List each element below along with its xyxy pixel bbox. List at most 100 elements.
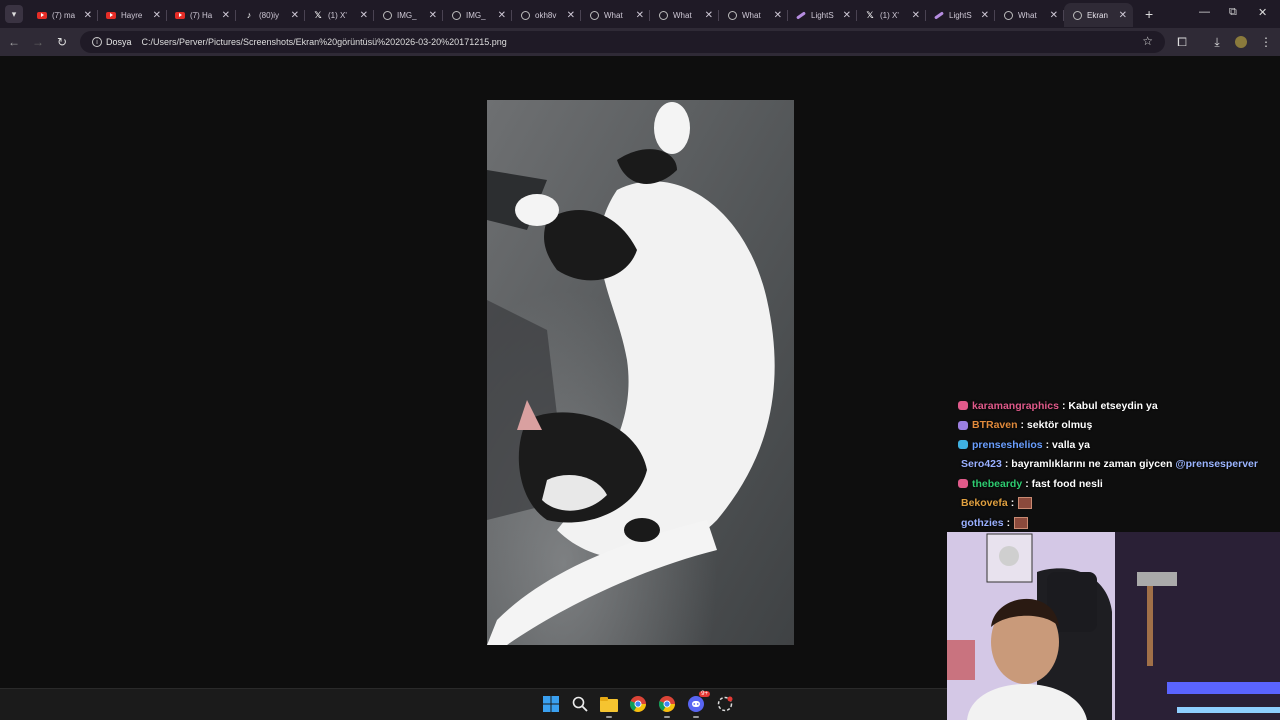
close-tab-icon[interactable]: ✕ bbox=[981, 10, 989, 21]
chat-username: Sero423 bbox=[961, 458, 1002, 471]
chat-message: gothzies: bbox=[958, 513, 1278, 533]
chrome-icon[interactable] bbox=[628, 693, 648, 715]
close-tab-icon[interactable]: ✕ bbox=[636, 10, 644, 21]
chat-text: : fast food nesli bbox=[1025, 477, 1103, 490]
discord-icon[interactable]: 9+ bbox=[686, 691, 710, 718]
close-tab-icon[interactable]: ✕ bbox=[84, 10, 92, 21]
close-tab-icon[interactable]: ✕ bbox=[1119, 10, 1127, 21]
close-tab-icon[interactable]: ✕ bbox=[222, 10, 230, 21]
tab-title: Hayre bbox=[121, 10, 143, 20]
tab-title: IMG_ bbox=[397, 10, 417, 20]
chat-message: BTRaven: sektör olmuş bbox=[958, 416, 1278, 436]
close-window-button[interactable]: ✕ bbox=[1258, 6, 1267, 19]
reload-button[interactable]: ↻ bbox=[54, 34, 70, 50]
close-tab-icon[interactable]: ✕ bbox=[153, 10, 161, 21]
tab-4[interactable]: 𝕏 (1) X' ✕ bbox=[305, 3, 374, 27]
chat-username: karamangraphics bbox=[972, 399, 1059, 412]
close-tab-icon[interactable]: ✕ bbox=[774, 10, 782, 21]
globe-icon bbox=[382, 10, 392, 20]
close-tab-icon[interactable]: ✕ bbox=[498, 10, 506, 21]
chat-message: prenseshelios: valla ya bbox=[958, 435, 1278, 455]
tab-strip: ▾ (7) ma ✕ Hayre ✕ (7) Ha ✕ ♪ (80)iy ✕ 𝕏 (1) X' ✕ IM… bbox=[0, 0, 1280, 28]
site-info-chip[interactable]: i Dosya bbox=[86, 34, 138, 50]
close-tab-icon[interactable]: ✕ bbox=[567, 10, 575, 21]
tab-11[interactable]: LightS ✕ bbox=[788, 3, 857, 27]
tab-title: (1) X' bbox=[880, 10, 899, 20]
chat-username: prenseshelios bbox=[972, 438, 1043, 451]
chat-message: Bekovefa: bbox=[958, 494, 1278, 514]
tab-12[interactable]: 𝕏 (1) X' ✕ bbox=[857, 3, 926, 27]
chat-badge-icon bbox=[958, 420, 968, 430]
tab-title: LightS bbox=[811, 10, 834, 20]
discord-badge: 9+ bbox=[699, 691, 710, 697]
tab-2[interactable]: (7) Ha ✕ bbox=[167, 3, 236, 27]
tab-1[interactable]: Hayre ✕ bbox=[98, 3, 167, 27]
chat-text: : bayramlıklarını ne zaman giycen bbox=[1004, 458, 1173, 471]
search-icon[interactable] bbox=[570, 693, 590, 715]
close-tab-icon[interactable]: ✕ bbox=[705, 10, 713, 21]
back-button[interactable]: ← bbox=[6, 34, 22, 50]
minimize-button[interactable]: — bbox=[1199, 6, 1210, 18]
lightshot-icon bbox=[934, 10, 944, 20]
close-tab-icon[interactable]: ✕ bbox=[912, 10, 920, 21]
browser-toolbar: ← → ↻ i Dosya C:/Users/Perver/Pictures/S… bbox=[0, 28, 1280, 56]
chat-text: : Kabul etseydin ya bbox=[1061, 399, 1158, 412]
close-tab-icon[interactable]: ✕ bbox=[291, 10, 299, 21]
restore-button[interactable]: ⧉ bbox=[1229, 6, 1237, 19]
tab-9[interactable]: What ✕ bbox=[650, 3, 719, 27]
tab-5[interactable]: IMG_ ✕ bbox=[374, 3, 443, 27]
screen: ▾ (7) ma ✕ Hayre ✕ (7) Ha ✕ ♪ (80)iy ✕ 𝕏 (1) X' ✕ IM… bbox=[0, 0, 1280, 720]
tab-10[interactable]: What ✕ bbox=[719, 3, 788, 27]
file-explorer-icon[interactable] bbox=[599, 693, 619, 718]
chat-username: gothzies bbox=[961, 516, 1004, 529]
chat-message: thebeardy: fast food nesli bbox=[958, 474, 1278, 494]
x-icon: 𝕏 bbox=[314, 9, 322, 20]
forward-button[interactable]: → bbox=[30, 34, 46, 50]
chrome-icon[interactable] bbox=[657, 693, 677, 718]
globe-icon bbox=[727, 10, 737, 20]
tab-title: (80)iy bbox=[259, 10, 280, 20]
windows-taskbar: 9+ bbox=[0, 688, 947, 720]
close-tab-icon[interactable]: ✕ bbox=[360, 10, 368, 21]
chat-username: thebeardy bbox=[972, 477, 1023, 490]
menu-kebab-icon[interactable]: ⋮ bbox=[1258, 34, 1274, 50]
chat-message: Sero423: bayramlıklarını ne zaman giycen… bbox=[958, 455, 1278, 475]
profile-avatar[interactable] bbox=[1235, 36, 1247, 48]
tab-15[interactable]: Ekran ✕ bbox=[1064, 3, 1133, 27]
chip-label: Dosya bbox=[106, 37, 132, 47]
stream-chat-overlay: karamangraphics: Kabul etseydin ya BTRave… bbox=[958, 396, 1278, 533]
tab-0[interactable]: (7) ma ✕ bbox=[29, 3, 98, 27]
x-icon: 𝕏 bbox=[866, 9, 874, 20]
app-icon[interactable] bbox=[715, 693, 735, 715]
tab-title: What bbox=[1018, 10, 1037, 20]
chat-emote-icon bbox=[1014, 516, 1029, 529]
tab-14[interactable]: What ✕ bbox=[995, 3, 1064, 27]
tab-8[interactable]: What ✕ bbox=[581, 3, 650, 27]
globe-icon bbox=[589, 10, 599, 20]
close-tab-icon[interactable]: ✕ bbox=[843, 10, 851, 21]
tab-title: okh8v bbox=[535, 10, 557, 20]
youtube-icon bbox=[106, 10, 116, 20]
tab-search-button[interactable]: ▾ bbox=[5, 5, 23, 23]
close-tab-icon[interactable]: ✕ bbox=[1050, 10, 1058, 21]
close-tab-icon[interactable]: ✕ bbox=[429, 10, 437, 21]
tab-title: Ekran bbox=[1087, 10, 1108, 20]
tab-title: LightS bbox=[949, 10, 972, 20]
tab-13[interactable]: LightS ✕ bbox=[926, 3, 995, 27]
chat-username: BTRaven bbox=[972, 419, 1018, 432]
bookmark-star-icon[interactable]: ☆ bbox=[1142, 34, 1153, 48]
cat-photo bbox=[487, 100, 794, 645]
address-bar[interactable]: i Dosya C:/Users/Perver/Pictures/Screens… bbox=[80, 31, 1165, 53]
globe-icon bbox=[520, 10, 530, 20]
extensions-icon[interactable]: ⧠ bbox=[1174, 34, 1190, 50]
windows-start-icon[interactable] bbox=[541, 693, 561, 715]
tab-7[interactable]: okh8v ✕ bbox=[512, 3, 581, 27]
chat-text: : bbox=[1006, 516, 1011, 529]
tab-6[interactable]: IMG_ ✕ bbox=[443, 3, 512, 27]
download-icon[interactable]: ⤓ bbox=[1209, 34, 1225, 50]
chat-badge-icon bbox=[958, 401, 968, 411]
tab-3[interactable]: ♪ (80)iy ✕ bbox=[236, 3, 305, 27]
new-tab-button[interactable]: + bbox=[1145, 6, 1153, 22]
chat-badge-icon bbox=[958, 479, 968, 489]
chat-text: : sektör olmuş bbox=[1020, 419, 1093, 432]
